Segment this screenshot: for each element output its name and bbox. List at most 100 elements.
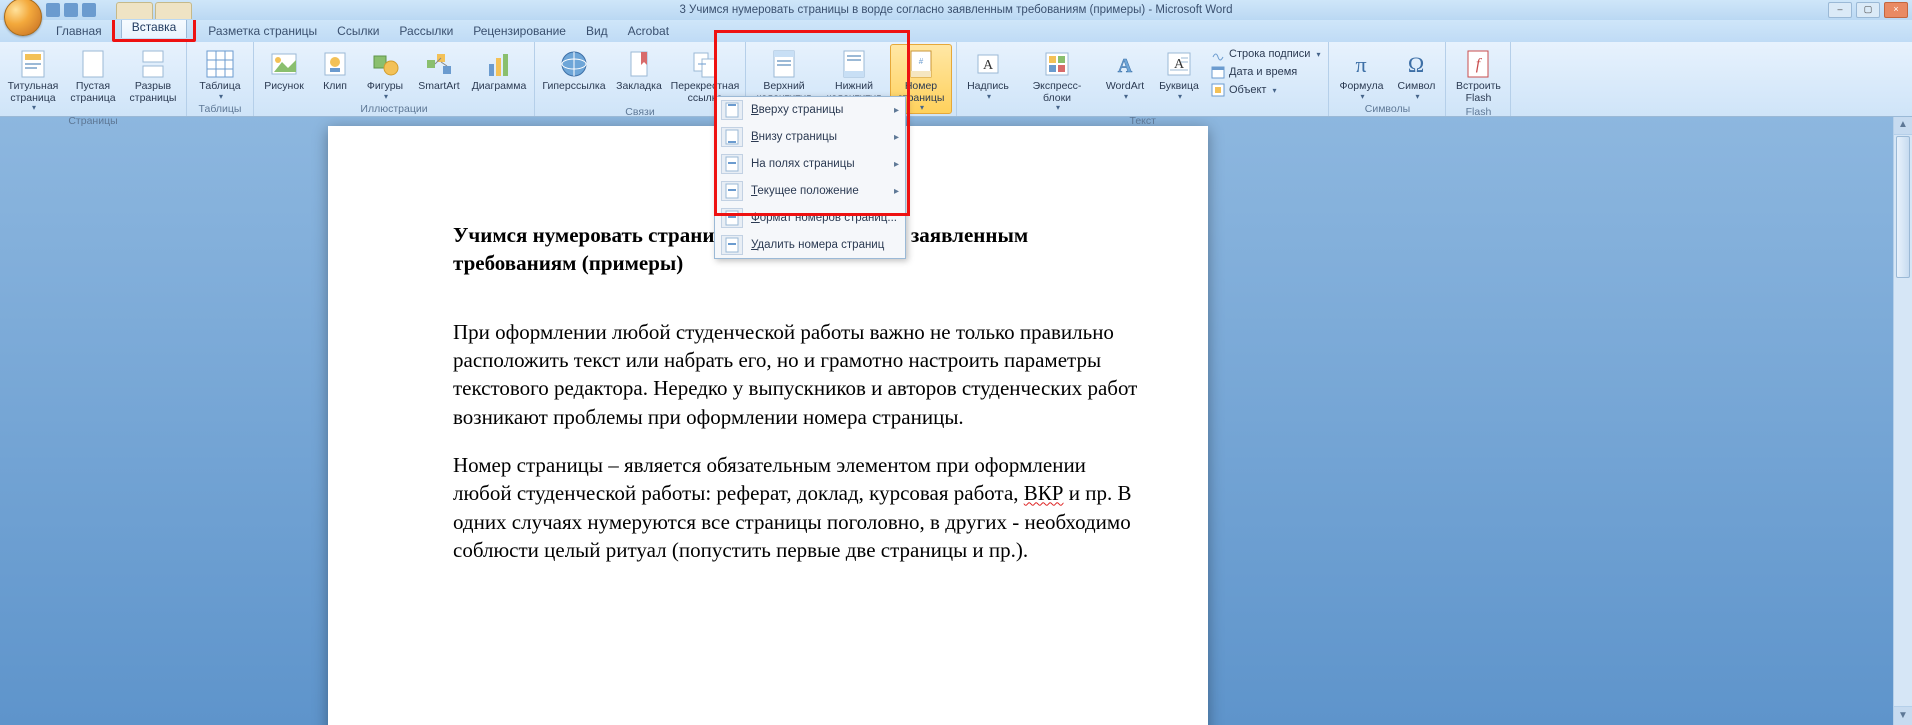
object-icon [1211, 83, 1225, 97]
scroll-up-button[interactable]: ▲ [1894, 116, 1912, 135]
group-pages-label: Страницы [4, 114, 182, 128]
page-number-option-icon [721, 235, 743, 255]
page-break-icon [138, 49, 168, 79]
tab-references[interactable]: Ссылки [327, 21, 389, 42]
page-break-label: Разрыв страницы [127, 81, 179, 104]
group-flash-label: Flash [1450, 105, 1506, 119]
chart-button[interactable]: Диаграмма [468, 44, 530, 94]
window-title: 3 Учимся нумеровать страницы в ворде сог… [679, 4, 1232, 16]
dropdown-item-2[interactable]: На полях страницы ▸ [715, 150, 905, 177]
wordart-button[interactable]: A WordArt▾ [1099, 44, 1151, 102]
textbox-button[interactable]: A Надпись▾ [961, 44, 1015, 102]
window-controls: – ▢ × [1828, 2, 1908, 18]
dropdown-item-5[interactable]: Удалить номера страниц [715, 231, 905, 258]
wordart-label: WordArt [1106, 81, 1144, 93]
scroll-thumb[interactable] [1896, 136, 1910, 278]
qat-undo-icon[interactable] [64, 3, 78, 17]
chevron-down-icon: ▾ [1178, 93, 1182, 102]
bookmark-icon [624, 49, 654, 79]
textbox-icon: A [973, 49, 1003, 79]
dropcap-button[interactable]: A Буквица▾ [1153, 44, 1205, 102]
group-illustrations: Рисунок Клип Фигуры▾ SmartArt [254, 42, 535, 116]
dropcap-label: Буквица [1159, 81, 1199, 93]
symbol-button[interactable]: Ω Символ▾ [1391, 44, 1441, 102]
blank-page-icon [78, 49, 108, 79]
hyperlink-button[interactable]: Гиперссылка [539, 44, 609, 94]
chevron-down-icon: ▾ [1316, 50, 1320, 59]
dropdown-item-label: На полях страницы [751, 158, 886, 170]
group-illustrations-label: Иллюстрации [258, 102, 530, 116]
flash-button[interactable]: f Встроить Flash [1450, 44, 1506, 105]
browser-tab[interactable] [116, 2, 153, 19]
clipart-button[interactable]: Клип [312, 44, 358, 94]
object-button[interactable]: Объект▾ [1207, 82, 1324, 98]
scroll-down-button[interactable]: ▼ [1894, 706, 1912, 725]
quickparts-icon [1042, 49, 1072, 79]
chevron-down-icon: ▾ [219, 93, 223, 102]
vertical-scrollbar[interactable]: ▲ ▼ [1893, 116, 1912, 725]
quickparts-button[interactable]: Экспресс-блоки▾ [1017, 44, 1097, 114]
table-icon [205, 49, 235, 79]
equation-button[interactable]: π Формула▾ [1333, 44, 1389, 102]
dropdown-item-1[interactable]: Внизу страницы ▸ [715, 123, 905, 150]
svg-text:π: π [1356, 52, 1367, 77]
signature-line-label: Строка подписи [1229, 48, 1310, 60]
dropdown-item-4[interactable]: Формат номеров страниц... [715, 204, 905, 231]
tab-view[interactable]: Вид [576, 21, 618, 42]
textbox-label: Надпись [967, 81, 1009, 93]
maximize-button[interactable]: ▢ [1856, 2, 1880, 18]
hyperlink-label: Гиперссылка [542, 81, 605, 93]
paragraph-text-part: Номер страницы – является обязательным э… [453, 453, 1086, 505]
group-symbols-label: Символы [1333, 102, 1441, 116]
qat-redo-icon[interactable] [82, 3, 96, 17]
document-paragraph: Номер страницы – является обязательным э… [453, 451, 1138, 564]
minimize-button[interactable]: – [1828, 2, 1852, 18]
shapes-button[interactable]: Фигуры▾ [360, 44, 410, 102]
submenu-arrow-icon: ▸ [894, 159, 899, 170]
document-paragraph: При оформлении любой студенческой работы… [453, 318, 1138, 431]
submenu-arrow-icon: ▸ [894, 132, 899, 143]
tab-page-layout[interactable]: Разметка страницы [198, 21, 327, 42]
cover-page-button[interactable]: Титульная страница▾ [4, 44, 62, 114]
wordart-icon: A [1110, 49, 1140, 79]
svg-text:A: A [1118, 55, 1133, 77]
cover-page-icon [18, 49, 48, 79]
svg-text:#: # [919, 57, 924, 66]
chart-label: Диаграмма [472, 81, 527, 93]
qat-save-icon[interactable] [46, 3, 60, 17]
blank-page-button[interactable]: Пустая страница [64, 44, 122, 105]
symbol-label: Символ [1398, 81, 1436, 93]
flash-icon: f [1463, 49, 1493, 79]
shapes-icon [370, 49, 400, 79]
dropdown-item-3[interactable]: Текущее положение▸ [715, 177, 905, 204]
tab-home[interactable]: Главная [46, 21, 112, 42]
symbol-icon: Ω [1401, 49, 1431, 79]
table-button[interactable]: Таблица▾ [191, 44, 249, 102]
dropdown-item-label: Внизу страницы [751, 131, 886, 143]
calendar-icon [1211, 65, 1225, 79]
ribbon-tabs: Главная Вставка Разметка страницы Ссылки… [0, 20, 1912, 42]
browser-tabs [116, 2, 192, 19]
close-button[interactable]: × [1884, 2, 1908, 18]
chevron-down-icon: ▾ [1360, 93, 1364, 102]
bookmark-button[interactable]: Закладка [611, 44, 667, 94]
page-number-dropdown: Вверху страницы▸Внизу страницы▸На полях … [714, 96, 906, 259]
signature-line-button[interactable]: Строка подписи ▾ [1207, 46, 1324, 62]
quick-access-toolbar [46, 3, 96, 17]
tab-review[interactable]: Рецензирование [463, 21, 576, 42]
page-break-button[interactable]: Разрыв страницы [124, 44, 182, 105]
quickparts-label: Экспресс-блоки [1020, 81, 1094, 104]
tab-mailings[interactable]: Рассылки [389, 21, 463, 42]
smartart-button[interactable]: SmartArt [412, 44, 466, 94]
picture-button[interactable]: Рисунок [258, 44, 310, 94]
tab-acrobat[interactable]: Acrobat [618, 21, 679, 42]
clipart-label: Клип [323, 81, 347, 93]
page-number-option-icon [721, 127, 743, 147]
bookmark-label: Закладка [616, 81, 662, 93]
chevron-down-icon: ▾ [920, 104, 924, 113]
dropdown-item-0[interactable]: Вверху страницы▸ [715, 97, 905, 123]
browser-tab[interactable] [155, 2, 192, 19]
chevron-down-icon: ▾ [1415, 93, 1419, 102]
cover-page-label: Титульная страница [7, 81, 59, 104]
datetime-button[interactable]: Дата и время [1207, 64, 1324, 80]
